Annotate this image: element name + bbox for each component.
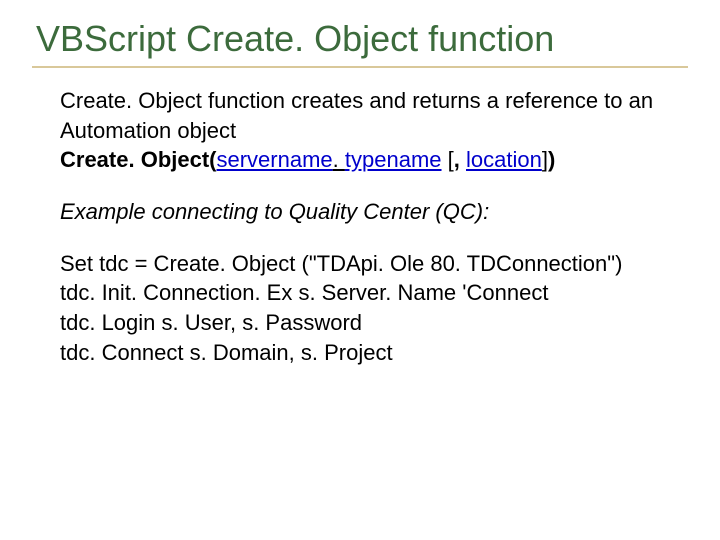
syntax-comma: , (454, 147, 466, 172)
slide-title: VBScript Create. Object function (32, 18, 688, 60)
code-line-1: Set tdc = Create. Object ("TDApi. Ole 80… (60, 249, 678, 279)
title-divider: VBScript Create. Object function (32, 18, 688, 68)
slide-body: Create. Object function creates and retu… (32, 86, 688, 368)
example-heading: Example connecting to Quality Center (QC… (60, 197, 678, 227)
syntax-dot: . (333, 147, 345, 172)
code-line-4: tdc. Connect s. Domain, s. Project (60, 338, 678, 368)
syntax-typename: typename (345, 147, 442, 172)
syntax-servername: servername (217, 147, 333, 172)
code-line-3: tdc. Login s. User, s. Password (60, 308, 678, 338)
code-block: Set tdc = Create. Object ("TDApi. Ole 80… (60, 249, 678, 368)
code-line-2: tdc. Init. Connection. Ex s. Server. Nam… (60, 278, 678, 308)
syntax-location: location (466, 147, 542, 172)
syntax-line: Create. Object(servername. typename [, l… (60, 147, 555, 172)
intro-text: Create. Object function creates and retu… (60, 88, 653, 143)
intro-block: Create. Object function creates and retu… (60, 86, 678, 175)
syntax-lead: Create. Object( (60, 147, 217, 172)
slide: VBScript Create. Object function Create.… (0, 0, 720, 540)
syntax-closeparen: ) (548, 147, 555, 172)
